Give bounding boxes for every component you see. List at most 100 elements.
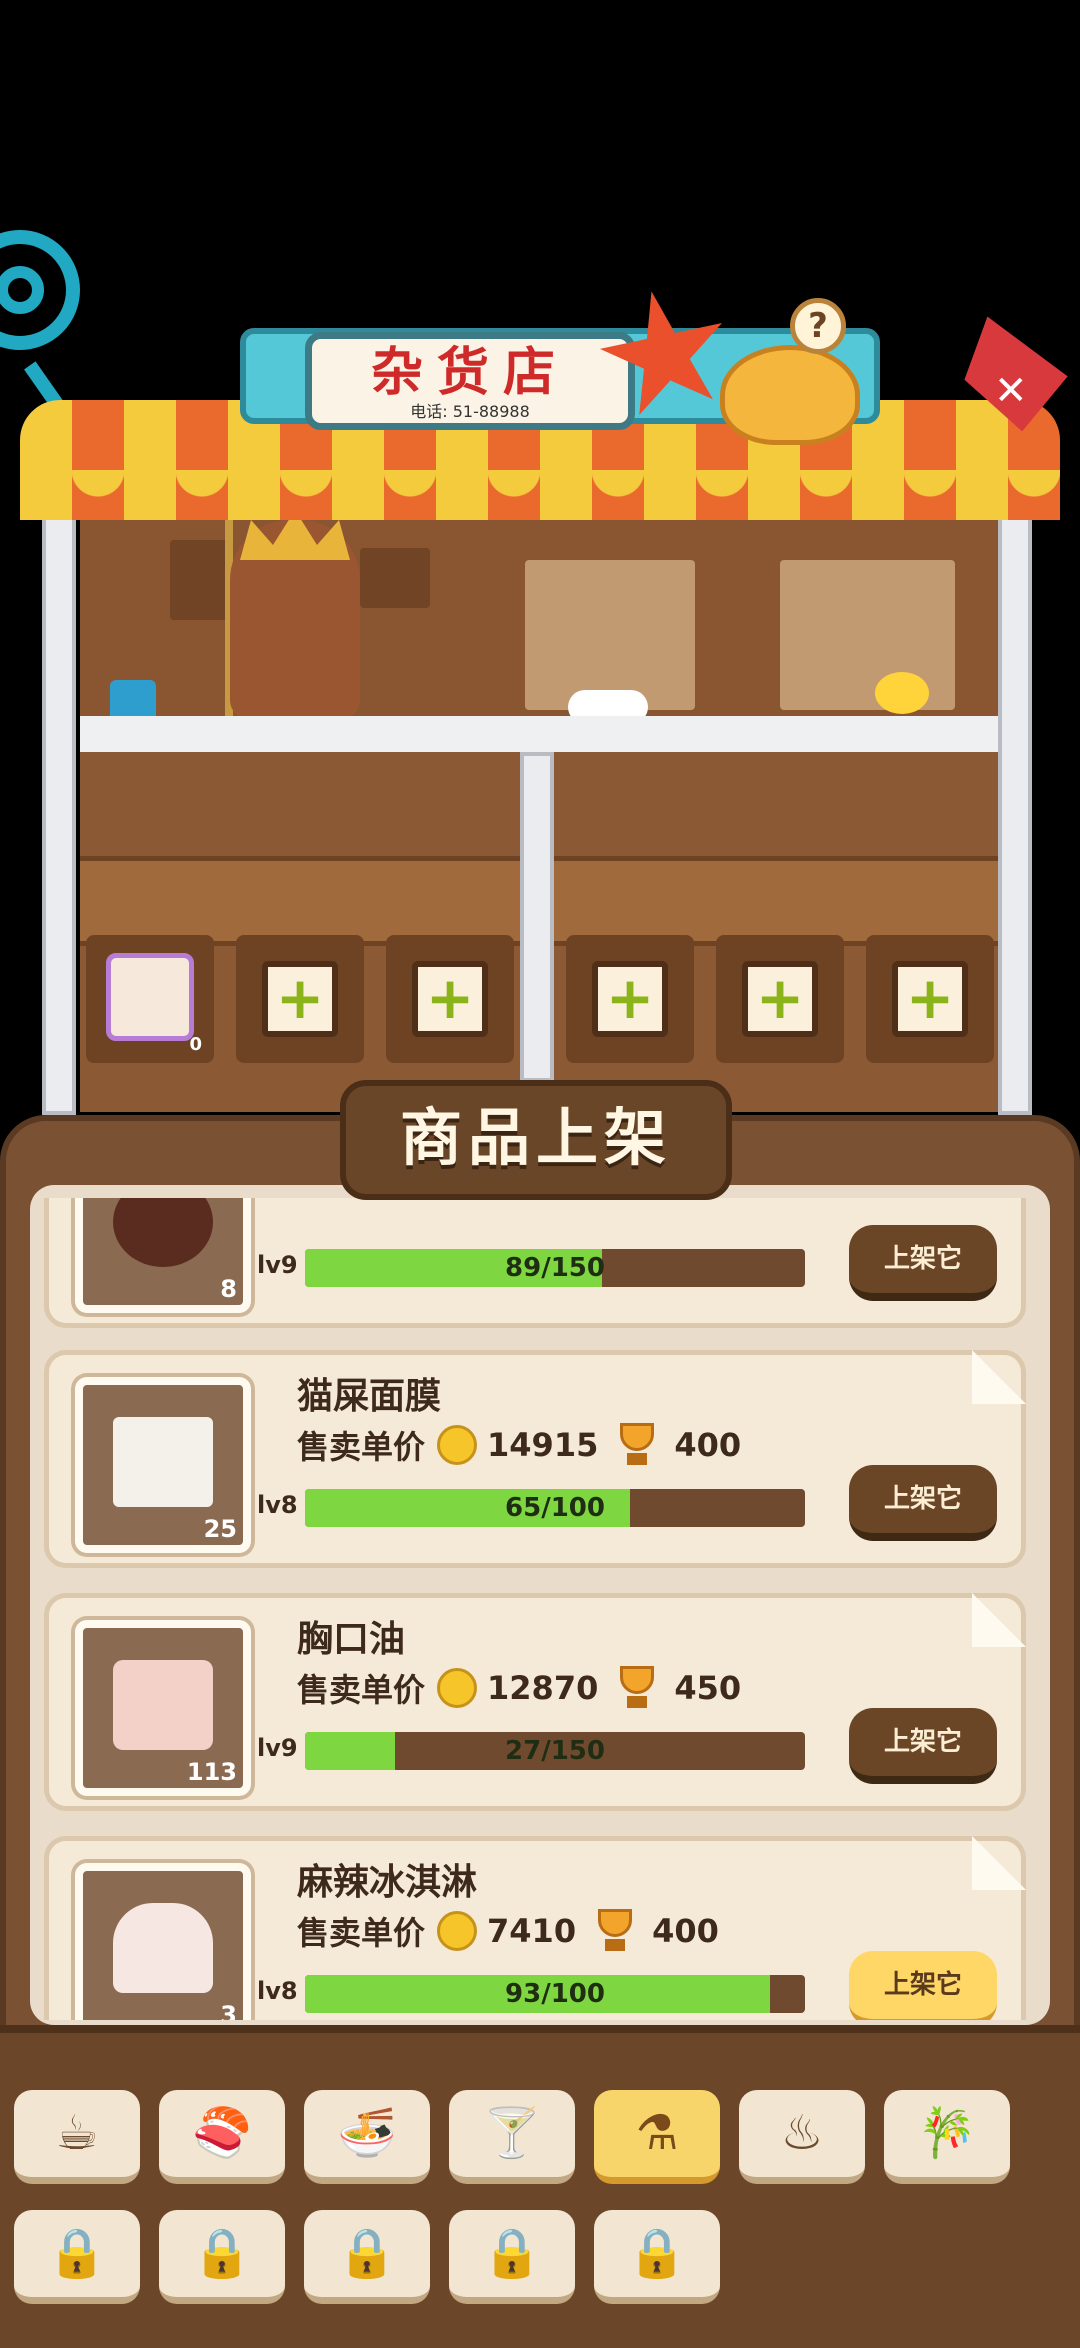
tab-lab[interactable]: ⚗ <box>594 2090 720 2184</box>
trophy-icon <box>614 1423 660 1467</box>
right-pole <box>998 500 1032 1115</box>
product-level: lv9 <box>257 1734 298 1762</box>
tab-noodles[interactable]: 🍜 <box>304 2090 430 2184</box>
tab-locked-5[interactable]: 🔒 <box>594 2210 720 2304</box>
display-slot-4[interactable]: + <box>566 935 694 1063</box>
product-list[interactable]: 8 lv9 89/150 上架它 25 猫屎面膜 售卖单价 14915 400 … <box>40 1198 1040 2020</box>
tab-locked-2[interactable]: 🔒 <box>159 2210 285 2304</box>
product-count: 25 <box>203 1515 237 1543</box>
list-button[interactable]: 上架它 <box>849 1465 997 1541</box>
lock-icon: 🔒 <box>482 2225 542 2281</box>
product-price: 7410 <box>487 1912 577 1950</box>
list-button[interactable]: 上架它 <box>849 1951 997 2020</box>
shelf-goods-right <box>780 560 955 710</box>
sushi-item-icon[interactable] <box>106 953 194 1041</box>
display-slot-6[interactable]: + <box>866 935 994 1063</box>
cocktail-icon: 🍸 <box>482 2105 542 2161</box>
card-corner <box>972 1593 1026 1647</box>
tab-cocktail[interactable]: 🍸 <box>449 2090 575 2184</box>
list-button[interactable]: 上架它 <box>849 1225 997 1301</box>
sushi-icon: 🍣 <box>192 2105 252 2161</box>
coffee-cup-icon: ☕ <box>55 2105 99 2161</box>
tab-locked-1[interactable]: 🔒 <box>14 2210 140 2304</box>
coin-icon <box>437 1425 478 1465</box>
progress-text: 89/150 <box>505 1253 605 1283</box>
trophy-value: 450 <box>674 1669 742 1707</box>
rubber-duck[interactable] <box>875 672 929 714</box>
display-slot-5[interactable]: + <box>716 935 844 1063</box>
close-icon[interactable]: ✕ <box>994 368 1028 414</box>
list-button[interactable]: 上架它 <box>849 1708 997 1784</box>
product-progress: 65/100 <box>305 1489 805 1527</box>
add-icon[interactable]: + <box>898 967 962 1031</box>
wall-picture <box>170 540 230 620</box>
card-corner <box>972 1350 1026 1404</box>
hotpot-icon <box>113 1198 213 1267</box>
center-pole <box>520 752 554 1082</box>
panel-title-plate: 商品上架 <box>340 1080 732 1200</box>
display-slot-3[interactable]: + <box>386 935 514 1063</box>
wall-clock <box>360 548 430 608</box>
tab-sushi[interactable]: 🍣 <box>159 2090 285 2184</box>
trophy-icon <box>592 1909 638 1953</box>
tab-locked-3[interactable]: 🔒 <box>304 2210 430 2304</box>
price-label: 售卖单价 <box>297 1671 426 1709</box>
face-mask-icon <box>113 1417 213 1507</box>
product-progress: 89/150 <box>305 1249 805 1287</box>
help-button[interactable]: ? <box>790 298 846 354</box>
lock-icon: 🔒 <box>337 2225 397 2281</box>
product-price: 12870 <box>487 1669 599 1707</box>
product-progress: 27/150 <box>305 1732 805 1770</box>
add-icon[interactable]: + <box>268 967 332 1031</box>
price-row: 售卖单价 14915 400 <box>297 1423 741 1467</box>
add-icon[interactable]: + <box>598 967 662 1031</box>
lock-icon: 🔒 <box>192 2225 252 2281</box>
display-slot-1[interactable]: 0 <box>86 935 214 1063</box>
price-label: 售卖单价 <box>297 1428 426 1466</box>
product-thumb: 8 <box>75 1198 251 1313</box>
left-pole <box>42 500 76 1115</box>
product-card: 8 lv9 89/150 上架它 <box>44 1198 1026 1328</box>
product-name: 胸口油 <box>297 1619 406 1660</box>
bamboo-icon: 🎋 <box>917 2105 977 2161</box>
display-slot-2[interactable]: + <box>236 935 364 1063</box>
tab-bamboo[interactable]: 🎋 <box>884 2090 1010 2184</box>
progress-text: 65/100 <box>505 1493 605 1523</box>
product-card: 3 麻辣冰淇淋 售卖单价 7410 400 lv8 93/100 上架它 <box>44 1836 1026 2020</box>
coin-icon <box>437 1911 478 1951</box>
add-icon[interactable]: + <box>418 967 482 1031</box>
price-row: 售卖单价 7410 400 <box>297 1909 719 1953</box>
shop-phone: 电话: 51-88988 <box>410 402 530 421</box>
tab-grill[interactable]: ♨ <box>739 2090 865 2184</box>
lock-icon: 🔒 <box>627 2225 687 2281</box>
product-level: lv8 <box>257 1491 298 1519</box>
product-name: 猫屎面膜 <box>297 1376 442 1417</box>
ice-cream-icon <box>113 1903 213 1993</box>
product-count: 113 <box>186 1758 237 1786</box>
progress-text: 93/100 <box>505 1979 605 2009</box>
price-row: 售卖单价 12870 450 <box>297 1666 741 1710</box>
grill-icon: ♨ <box>780 2105 824 2161</box>
noodle-bowl-icon: 🍜 <box>337 2105 397 2161</box>
product-price: 14915 <box>487 1426 599 1464</box>
meat-slices-icon <box>113 1660 213 1750</box>
coin-icon <box>437 1668 478 1708</box>
trophy-value: 400 <box>652 1912 719 1950</box>
add-icon[interactable]: + <box>748 967 812 1031</box>
lucky-bag-icon[interactable] <box>720 345 860 445</box>
flask-icon: ⚗ <box>635 2105 679 2161</box>
trophy-icon <box>614 1666 660 1710</box>
tab-locked-4[interactable]: 🔒 <box>449 2210 575 2304</box>
product-level: lv9 <box>257 1251 298 1279</box>
shop-title: 杂货店 <box>370 342 569 403</box>
tab-coffee[interactable]: ☕ <box>14 2090 140 2184</box>
product-thumb: 25 <box>75 1377 251 1553</box>
lock-icon: 🔒 <box>47 2225 107 2281</box>
card-corner <box>972 1836 1026 1890</box>
panel-title: 商品上架 <box>399 1101 672 1174</box>
progress-text: 27/150 <box>505 1736 605 1766</box>
product-card: 113 胸口油 售卖单价 12870 450 lv9 27/150 上架它 <box>44 1593 1026 1811</box>
product-count: 3 <box>220 2001 237 2020</box>
product-count: 8 <box>220 1275 237 1303</box>
product-thumb: 3 <box>75 1863 251 2020</box>
